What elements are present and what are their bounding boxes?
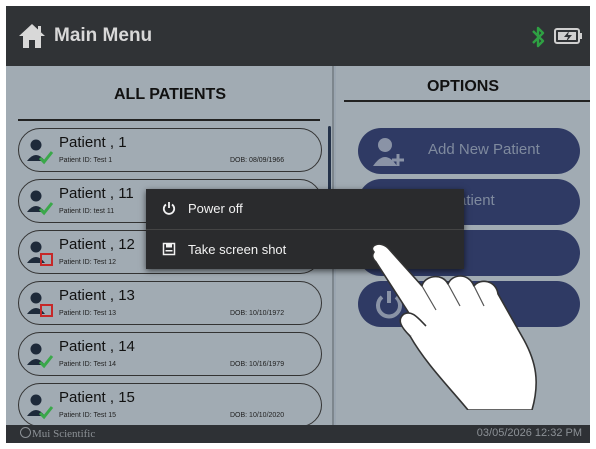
menu-item-label: Take screen shot bbox=[188, 242, 287, 257]
patient-name: Patient , 13 bbox=[59, 287, 135, 304]
patient-name: Patient , 1 bbox=[59, 134, 127, 151]
menu-item-label: Power off bbox=[188, 201, 243, 216]
patients-title: ALL PATIENTS bbox=[114, 86, 226, 103]
app-title: Main Menu bbox=[54, 25, 153, 46]
screenshot-icon bbox=[162, 242, 176, 256]
add-new-patient-button[interactable]: Add New Patient bbox=[358, 128, 580, 174]
brand-logo: Mui Scientific bbox=[20, 427, 95, 440]
patient-check-icon bbox=[27, 190, 54, 216]
bluetooth-icon bbox=[532, 26, 545, 48]
patient-id: Patient ID: Test 13 bbox=[59, 310, 117, 317]
top-bar: Main Menu bbox=[6, 6, 590, 66]
patient-dob: DOB: 10/16/1979 bbox=[230, 361, 285, 368]
battery-charging-icon bbox=[554, 28, 582, 44]
home-icon[interactable] bbox=[18, 23, 46, 49]
patient-name: Patient , 15 bbox=[59, 389, 135, 406]
power-icon bbox=[162, 202, 176, 215]
patient-check-icon bbox=[27, 394, 54, 420]
pointing-hand-icon bbox=[371, 243, 537, 410]
patient-pending-icon bbox=[27, 241, 53, 266]
patient-check-icon bbox=[27, 139, 54, 165]
status-bar: Mui Scientific 03/05/2026 12:32 PM bbox=[6, 425, 590, 443]
patient-id: Patient ID: test 11 bbox=[59, 208, 115, 215]
patient-card[interactable]: Patient , 14 Patient ID: Test 14 DOB: 10… bbox=[18, 332, 322, 376]
divider bbox=[18, 119, 320, 121]
patient-id: Patient ID: Test 12 bbox=[59, 259, 117, 266]
patient-name: Patient , 11 bbox=[59, 185, 134, 202]
divider bbox=[344, 100, 590, 102]
patient-id: Patient ID: Test 14 bbox=[59, 361, 117, 368]
add-person-icon bbox=[373, 138, 404, 166]
patient-dob: DOB: 10/10/2020 bbox=[230, 412, 285, 419]
patient-pending-icon bbox=[27, 292, 53, 317]
device-screen: Main Menu ALL PATIENTS Patient , 1 Patie… bbox=[6, 6, 590, 443]
patient-card[interactable]: Patient , 13 Patient ID: Test 13 DOB: 10… bbox=[18, 281, 322, 325]
patient-card[interactable]: Patient , 15 Patient ID: Test 15 DOB: 10… bbox=[18, 383, 322, 427]
date-time: 03/05/2026 12:32 PM bbox=[476, 427, 582, 439]
patient-check-icon bbox=[27, 343, 54, 369]
patient-id: Patient ID: Test 1 bbox=[59, 157, 113, 164]
logo-icon bbox=[20, 427, 31, 438]
option-label: Add New Patient bbox=[428, 141, 540, 158]
patient-id: Patient ID: Test 15 bbox=[59, 412, 117, 419]
patient-card[interactable]: Patient , 1 Patient ID: Test 1 DOB: 08/0… bbox=[18, 128, 322, 172]
brand-name: Mui Scientific bbox=[32, 428, 96, 440]
options-title: OPTIONS bbox=[426, 78, 499, 95]
power-off-menu-item[interactable]: Power off bbox=[146, 189, 464, 229]
patient-dob: DOB: 08/09/1966 bbox=[230, 157, 285, 164]
patient-name: Patient , 12 bbox=[59, 236, 135, 253]
patient-dob: DOB: 10/10/1972 bbox=[230, 310, 285, 317]
patient-name: Patient , 14 bbox=[59, 338, 135, 355]
